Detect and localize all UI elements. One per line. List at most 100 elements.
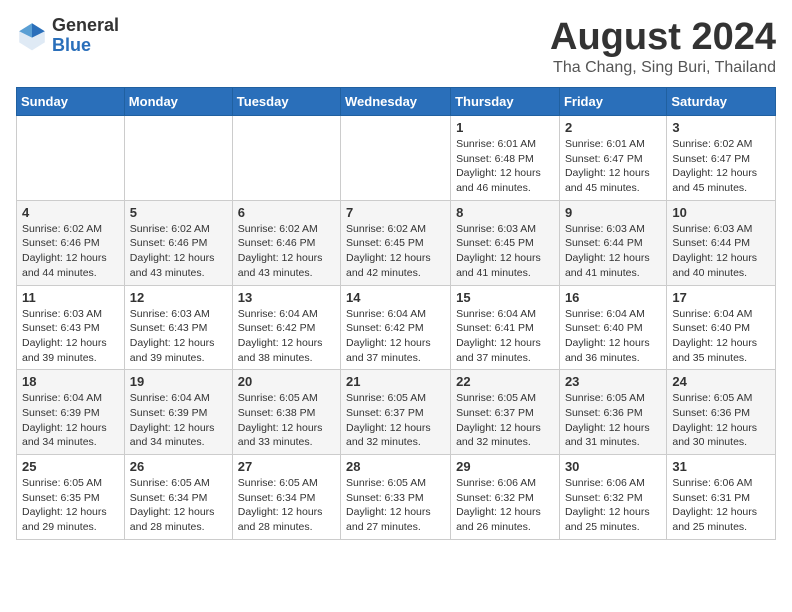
day-info: Sunrise: 6:05 AMSunset: 6:33 PMDaylight:… bbox=[346, 476, 445, 535]
day-info: Sunrise: 6:03 AMSunset: 6:43 PMDaylight:… bbox=[22, 307, 119, 366]
calendar-day-26: 26 Sunrise: 6:05 AMSunset: 6:34 PMDayligh… bbox=[124, 455, 232, 540]
calendar-day-29: 29Sunrise: 6:06 AMSunset: 6:32 PMDayligh… bbox=[451, 455, 560, 540]
weekday-header-saturday: Saturday bbox=[667, 88, 776, 116]
day-number: 4 bbox=[22, 205, 119, 220]
logo-blue: Blue bbox=[52, 36, 119, 56]
day-info: Sunrise: 6:04 AMSunset: 6:42 PMDaylight:… bbox=[238, 307, 335, 366]
day-info: Sunrise: 6:02 AMSunset: 6:46 PMDaylight:… bbox=[130, 222, 227, 281]
day-number: 25 bbox=[22, 459, 119, 474]
calendar-day-3: 3 Sunrise: 6:02 AMSunset: 6:47 PMDaylight… bbox=[667, 116, 776, 201]
day-info: Sunrise: 6:02 AMSunset: 6:45 PMDaylight:… bbox=[346, 222, 445, 281]
day-number: 10 bbox=[672, 205, 770, 220]
weekday-header-tuesday: Tuesday bbox=[232, 88, 340, 116]
day-info: Sunrise: 6:02 AMSunset: 6:47 PMDaylight:… bbox=[672, 137, 770, 196]
calendar-day-19: 19 Sunrise: 6:04 AMSunset: 6:39 PMDayligh… bbox=[124, 370, 232, 455]
calendar-week-row: 4 Sunrise: 6:02 AMSunset: 6:46 PMDaylight… bbox=[17, 200, 776, 285]
calendar-day-20: 20 Sunrise: 6:05 AMSunset: 6:38 PMDayligh… bbox=[232, 370, 340, 455]
day-info: Sunrise: 6:04 AMSunset: 6:40 PMDaylight:… bbox=[672, 307, 770, 366]
day-number: 17 bbox=[672, 290, 770, 305]
day-number: 6 bbox=[238, 205, 335, 220]
calendar-day-17: 17 Sunrise: 6:04 AMSunset: 6:40 PMDayligh… bbox=[667, 285, 776, 370]
day-info: Sunrise: 6:01 AMSunset: 6:47 PMDaylight:… bbox=[565, 137, 661, 196]
day-info: Sunrise: 6:04 AMSunset: 6:40 PMDaylight:… bbox=[565, 307, 661, 366]
calendar-day-2: 2 Sunrise: 6:01 AMSunset: 6:47 PMDaylight… bbox=[559, 116, 666, 201]
calendar-day-8: 8 Sunrise: 6:03 AMSunset: 6:45 PMDaylight… bbox=[451, 200, 560, 285]
calendar-day-11: 11 Sunrise: 6:03 AMSunset: 6:43 PMDayligh… bbox=[17, 285, 125, 370]
day-info: Sunrise: 6:02 AMSunset: 6:46 PMDaylight:… bbox=[238, 222, 335, 281]
calendar-day-21: 21Sunrise: 6:05 AMSunset: 6:37 PMDayligh… bbox=[341, 370, 451, 455]
calendar-empty-cell bbox=[124, 116, 232, 201]
calendar-empty-cell bbox=[341, 116, 451, 201]
day-number: 31 bbox=[672, 459, 770, 474]
day-info: Sunrise: 6:03 AMSunset: 6:44 PMDaylight:… bbox=[672, 222, 770, 281]
day-number: 18 bbox=[22, 374, 119, 389]
day-info: Sunrise: 6:05 AMSunset: 6:37 PMDaylight:… bbox=[456, 391, 554, 450]
day-number: 8 bbox=[456, 205, 554, 220]
day-number: 19 bbox=[130, 374, 227, 389]
calendar-day-7: 7 Sunrise: 6:02 AMSunset: 6:45 PMDaylight… bbox=[341, 200, 451, 285]
calendar-day-15: 15 Sunrise: 6:04 AMSunset: 6:41 PMDayligh… bbox=[451, 285, 560, 370]
day-info: Sunrise: 6:06 AMSunset: 6:32 PMDaylight:… bbox=[565, 476, 661, 535]
day-info: Sunrise: 6:03 AMSunset: 6:44 PMDaylight:… bbox=[565, 222, 661, 281]
page-header: General Blue August 2024 Tha Chang, Sing… bbox=[16, 16, 776, 77]
day-number: 26 bbox=[130, 459, 227, 474]
day-number: 30 bbox=[565, 459, 661, 474]
logo-text: General Blue bbox=[52, 16, 119, 56]
day-number: 1 bbox=[456, 120, 554, 135]
day-number: 5 bbox=[130, 205, 227, 220]
day-info: Sunrise: 6:05 AMSunset: 6:34 PMDaylight:… bbox=[130, 476, 227, 535]
day-number: 11 bbox=[22, 290, 119, 305]
weekday-header-sunday: Sunday bbox=[17, 88, 125, 116]
calendar-empty-cell bbox=[17, 116, 125, 201]
calendar-week-row: 11 Sunrise: 6:03 AMSunset: 6:43 PMDayligh… bbox=[17, 285, 776, 370]
day-info: Sunrise: 6:05 AMSunset: 6:35 PMDaylight:… bbox=[22, 476, 119, 535]
calendar-day-18: 18 Sunrise: 6:04 AMSunset: 6:39 PMDayligh… bbox=[17, 370, 125, 455]
calendar-day-31: 31Sunrise: 6:06 AMSunset: 6:31 PMDayligh… bbox=[667, 455, 776, 540]
calendar-day-28: 28 Sunrise: 6:05 AMSunset: 6:33 PMDayligh… bbox=[341, 455, 451, 540]
day-number: 3 bbox=[672, 120, 770, 135]
day-info: Sunrise: 6:05 AMSunset: 6:38 PMDaylight:… bbox=[238, 391, 335, 450]
day-info: Sunrise: 6:01 AMSunset: 6:48 PMDaylight:… bbox=[456, 137, 554, 196]
day-number: 24 bbox=[672, 374, 770, 389]
logo-general: General bbox=[52, 16, 119, 36]
weekday-header-wednesday: Wednesday bbox=[341, 88, 451, 116]
day-info: Sunrise: 6:04 AMSunset: 6:41 PMDaylight:… bbox=[456, 307, 554, 366]
day-info: Sunrise: 6:04 AMSunset: 6:39 PMDaylight:… bbox=[22, 391, 119, 450]
day-number: 7 bbox=[346, 205, 445, 220]
day-info: Sunrise: 6:04 AMSunset: 6:39 PMDaylight:… bbox=[130, 391, 227, 450]
day-info: Sunrise: 6:05 AMSunset: 6:34 PMDaylight:… bbox=[238, 476, 335, 535]
day-number: 16 bbox=[565, 290, 661, 305]
calendar-day-13: 13Sunrise: 6:04 AMSunset: 6:42 PMDayligh… bbox=[232, 285, 340, 370]
calendar-day-23: 23Sunrise: 6:05 AMSunset: 6:36 PMDayligh… bbox=[559, 370, 666, 455]
calendar-day-4: 4 Sunrise: 6:02 AMSunset: 6:46 PMDaylight… bbox=[17, 200, 125, 285]
day-number: 27 bbox=[238, 459, 335, 474]
day-number: 28 bbox=[346, 459, 445, 474]
day-number: 29 bbox=[456, 459, 554, 474]
day-number: 15 bbox=[456, 290, 554, 305]
calendar-table: SundayMondayTuesdayWednesdayThursdayFrid… bbox=[16, 87, 776, 540]
logo-icon bbox=[16, 20, 48, 52]
weekday-header-friday: Friday bbox=[559, 88, 666, 116]
calendar-day-22: 22 Sunrise: 6:05 AMSunset: 6:37 PMDayligh… bbox=[451, 370, 560, 455]
day-info: Sunrise: 6:02 AMSunset: 6:46 PMDaylight:… bbox=[22, 222, 119, 281]
day-number: 9 bbox=[565, 205, 661, 220]
title-block: August 2024 Tha Chang, Sing Buri, Thaila… bbox=[550, 16, 776, 77]
month-title: August 2024 bbox=[550, 16, 776, 59]
weekday-header-monday: Monday bbox=[124, 88, 232, 116]
calendar-day-10: 10 Sunrise: 6:03 AMSunset: 6:44 PMDayligh… bbox=[667, 200, 776, 285]
day-number: 21 bbox=[346, 374, 445, 389]
day-number: 22 bbox=[456, 374, 554, 389]
logo: General Blue bbox=[16, 16, 119, 56]
location-title: Tha Chang, Sing Buri, Thailand bbox=[550, 59, 776, 77]
calendar-day-1: 1 Sunrise: 6:01 AMSunset: 6:48 PMDaylight… bbox=[451, 116, 560, 201]
calendar-day-25: 25 Sunrise: 6:05 AMSunset: 6:35 PMDayligh… bbox=[17, 455, 125, 540]
calendar-week-row: 25 Sunrise: 6:05 AMSunset: 6:35 PMDayligh… bbox=[17, 455, 776, 540]
calendar-day-16: 16 Sunrise: 6:04 AMSunset: 6:40 PMDayligh… bbox=[559, 285, 666, 370]
day-info: Sunrise: 6:03 AMSunset: 6:45 PMDaylight:… bbox=[456, 222, 554, 281]
calendar-day-5: 5 Sunrise: 6:02 AMSunset: 6:46 PMDaylight… bbox=[124, 200, 232, 285]
day-number: 20 bbox=[238, 374, 335, 389]
day-info: Sunrise: 6:04 AMSunset: 6:42 PMDaylight:… bbox=[346, 307, 445, 366]
weekday-header-thursday: Thursday bbox=[451, 88, 560, 116]
day-number: 2 bbox=[565, 120, 661, 135]
calendar-day-6: 6 Sunrise: 6:02 AMSunset: 6:46 PMDaylight… bbox=[232, 200, 340, 285]
